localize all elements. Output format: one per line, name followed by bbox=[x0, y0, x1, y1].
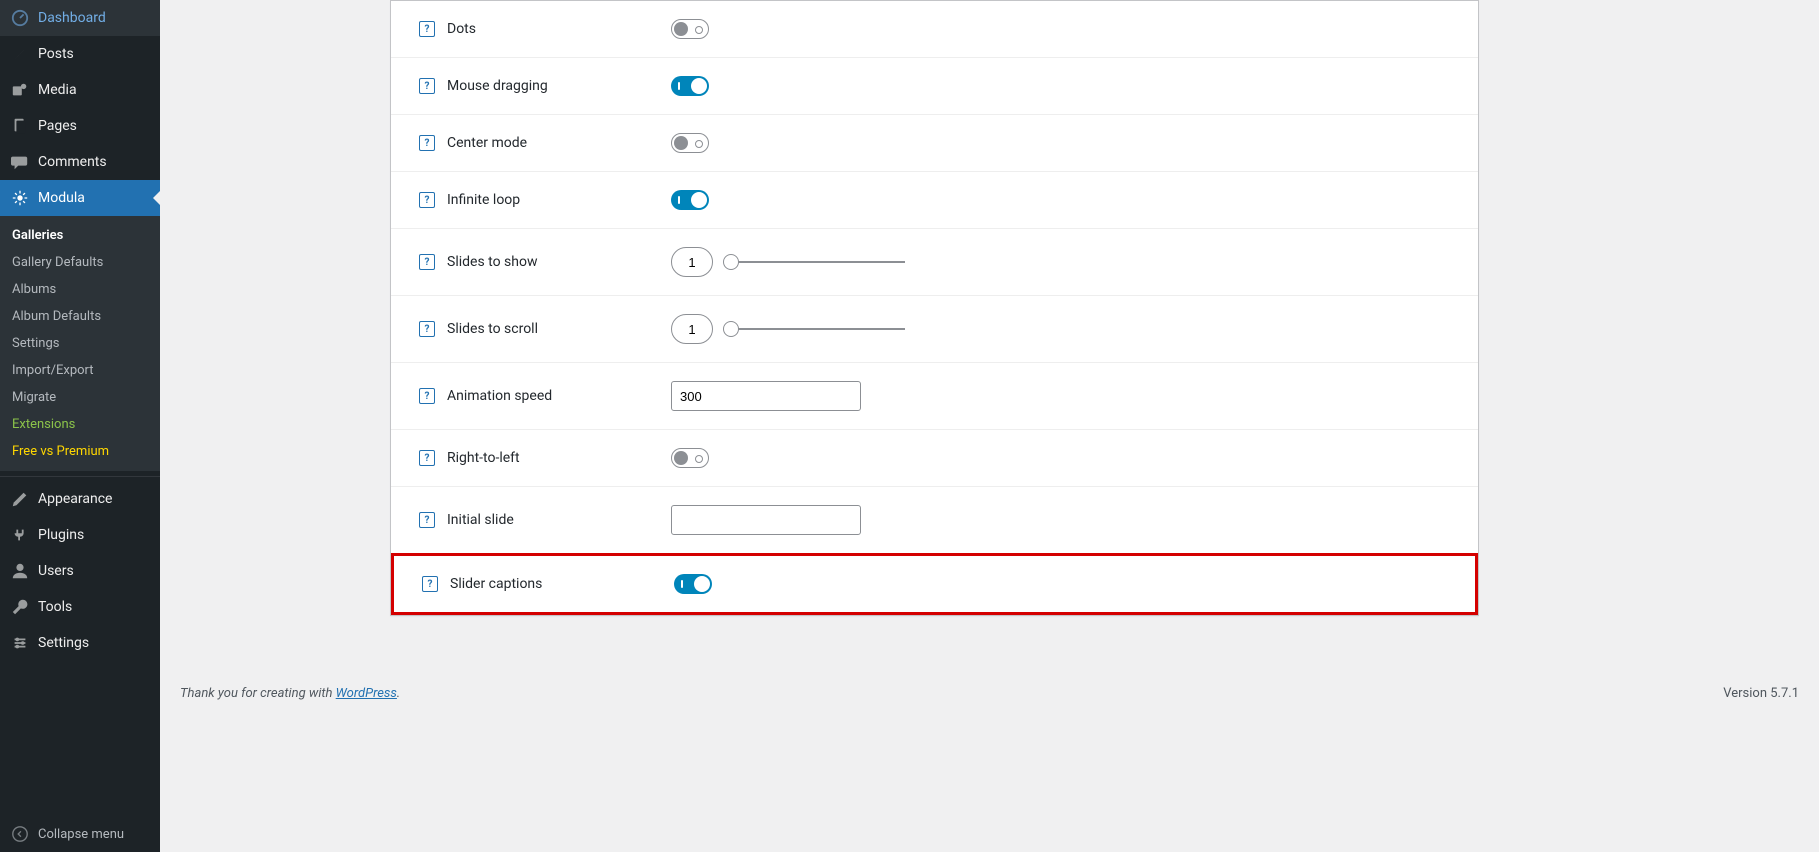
slider-slides-to-scroll[interactable] bbox=[725, 328, 905, 330]
menu-label: Appearance bbox=[38, 491, 112, 507]
main-content: ? Dots ? Mouse dragging ? Center mode ? … bbox=[160, 0, 1819, 852]
users-icon bbox=[10, 561, 30, 581]
settings-panel: ? Dots ? Mouse dragging ? Center mode ? … bbox=[390, 0, 1479, 616]
input-slides-to-show[interactable] bbox=[671, 247, 713, 277]
submenu-import-export[interactable]: Import/Export bbox=[0, 357, 160, 384]
menu-label: Settings bbox=[38, 635, 89, 651]
modula-icon bbox=[10, 188, 30, 208]
setting-label: Animation speed bbox=[447, 388, 552, 404]
submenu-albums[interactable]: Albums bbox=[0, 276, 160, 303]
collapse-icon bbox=[10, 824, 30, 844]
row-initial-slide: ? Initial slide bbox=[391, 486, 1478, 553]
admin-footer: Thank you for creating with WordPress. V… bbox=[180, 676, 1799, 711]
menu-posts[interactable]: Posts bbox=[0, 36, 160, 72]
setting-label: Mouse dragging bbox=[447, 78, 548, 94]
input-initial-slide[interactable] bbox=[671, 505, 861, 535]
collapse-label: Collapse menu bbox=[38, 827, 124, 842]
submenu-album-defaults[interactable]: Album Defaults bbox=[0, 303, 160, 330]
menu-pages[interactable]: Pages bbox=[0, 108, 160, 144]
help-icon[interactable]: ? bbox=[419, 450, 435, 466]
menu-label: Posts bbox=[38, 46, 74, 62]
input-animation-speed[interactable] bbox=[671, 381, 861, 411]
row-infinite-loop: ? Infinite loop bbox=[391, 171, 1478, 228]
menu-label: Pages bbox=[38, 118, 77, 134]
modula-submenu: Galleries Gallery Defaults Albums Album … bbox=[0, 216, 160, 471]
slider-handle[interactable] bbox=[723, 254, 739, 270]
row-center-mode: ? Center mode bbox=[391, 114, 1478, 171]
footer-thanks: Thank you for creating with WordPress. bbox=[180, 686, 400, 701]
submenu-gallery-defaults[interactable]: Gallery Defaults bbox=[0, 249, 160, 276]
help-icon[interactable]: ? bbox=[422, 576, 438, 592]
collapse-menu[interactable]: Collapse menu bbox=[0, 816, 160, 852]
row-slides-to-show: ? Slides to show bbox=[391, 228, 1478, 295]
menu-tools[interactable]: Tools bbox=[0, 589, 160, 625]
menu-appearance[interactable]: Appearance bbox=[0, 481, 160, 517]
submenu-galleries[interactable]: Galleries bbox=[0, 222, 160, 249]
menu-label: Modula bbox=[38, 190, 85, 206]
help-icon[interactable]: ? bbox=[419, 388, 435, 404]
help-icon[interactable]: ? bbox=[419, 254, 435, 270]
setting-label: Slides to show bbox=[447, 254, 537, 270]
menu-settings[interactable]: Settings bbox=[0, 625, 160, 661]
toggle-slider-captions[interactable] bbox=[674, 574, 712, 594]
help-icon[interactable]: ? bbox=[419, 135, 435, 151]
comments-icon bbox=[10, 152, 30, 172]
menu-label: Dashboard bbox=[38, 10, 106, 26]
setting-label: Right-to-left bbox=[447, 450, 520, 466]
setting-label: Initial slide bbox=[447, 512, 514, 528]
submenu-migrate[interactable]: Migrate bbox=[0, 384, 160, 411]
setting-label: Infinite loop bbox=[447, 192, 520, 208]
pin-icon bbox=[10, 44, 30, 64]
setting-label: Slider captions bbox=[450, 576, 542, 592]
help-icon[interactable]: ? bbox=[419, 78, 435, 94]
toggle-center-mode[interactable] bbox=[671, 133, 709, 153]
menu-comments[interactable]: Comments bbox=[0, 144, 160, 180]
submenu-free-vs-premium[interactable]: Free vs Premium bbox=[0, 438, 160, 465]
menu-label: Tools bbox=[38, 599, 72, 615]
plugins-icon bbox=[10, 525, 30, 545]
menu-modula[interactable]: Modula bbox=[0, 180, 160, 216]
row-animation-speed: ? Animation speed bbox=[391, 362, 1478, 429]
toggle-infinite-loop[interactable] bbox=[671, 190, 709, 210]
row-dots: ? Dots bbox=[391, 1, 1478, 57]
slider-slides-to-show[interactable] bbox=[725, 261, 905, 263]
row-mouse-dragging: ? Mouse dragging bbox=[391, 57, 1478, 114]
help-icon[interactable]: ? bbox=[419, 21, 435, 37]
row-right-to-left: ? Right-to-left bbox=[391, 429, 1478, 486]
row-slider-captions: ? Slider captions bbox=[391, 553, 1478, 615]
dashboard-icon bbox=[10, 8, 30, 28]
version-text: Version 5.7.1 bbox=[1723, 686, 1799, 701]
toggle-dots[interactable] bbox=[671, 19, 709, 39]
media-icon bbox=[10, 80, 30, 100]
toggle-right-to-left[interactable] bbox=[671, 448, 709, 468]
help-icon[interactable]: ? bbox=[419, 512, 435, 528]
input-slides-to-scroll[interactable] bbox=[671, 314, 713, 344]
setting-label: Dots bbox=[447, 21, 476, 37]
help-icon[interactable]: ? bbox=[419, 321, 435, 337]
admin-sidebar: Dashboard Posts Media Pages Comments Mod… bbox=[0, 0, 160, 852]
help-icon[interactable]: ? bbox=[419, 192, 435, 208]
menu-plugins[interactable]: Plugins bbox=[0, 517, 160, 553]
setting-label: Slides to scroll bbox=[447, 321, 538, 337]
menu-label: Media bbox=[38, 82, 77, 98]
menu-label: Users bbox=[38, 563, 74, 579]
appearance-icon bbox=[10, 489, 30, 509]
settings-icon bbox=[10, 633, 30, 653]
menu-dashboard[interactable]: Dashboard bbox=[0, 0, 160, 36]
menu-label: Plugins bbox=[38, 527, 84, 543]
menu-label: Comments bbox=[38, 154, 107, 170]
toggle-mouse-dragging[interactable] bbox=[671, 76, 709, 96]
submenu-extensions[interactable]: Extensions bbox=[0, 411, 160, 438]
submenu-settings[interactable]: Settings bbox=[0, 330, 160, 357]
menu-users[interactable]: Users bbox=[0, 553, 160, 589]
tools-icon bbox=[10, 597, 30, 617]
setting-label: Center mode bbox=[447, 135, 527, 151]
slider-handle[interactable] bbox=[723, 321, 739, 337]
pages-icon bbox=[10, 116, 30, 136]
wordpress-link[interactable]: WordPress bbox=[336, 686, 397, 701]
menu-media[interactable]: Media bbox=[0, 72, 160, 108]
row-slides-to-scroll: ? Slides to scroll bbox=[391, 295, 1478, 362]
